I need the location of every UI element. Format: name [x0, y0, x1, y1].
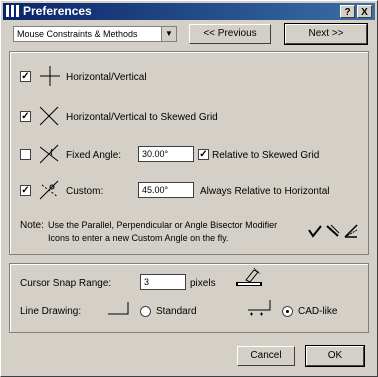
window-title: Preferences	[23, 4, 92, 18]
close-button[interactable]: X	[357, 5, 372, 18]
snap-unit-label: pixels	[190, 278, 216, 289]
custom-angle-label: Custom:	[66, 186, 104, 197]
angle-bisector-modifier-icon	[344, 224, 358, 238]
help-button[interactable]: ?	[340, 5, 355, 18]
line-drawing-label: Line Drawing:	[20, 306, 82, 317]
fixed-angle-checkbox[interactable]	[20, 149, 31, 160]
ok-button[interactable]: OK	[305, 345, 365, 367]
skewed-grid-checkbox[interactable]: ✓	[20, 111, 31, 122]
constraints-group: ✓ Horizontal/Vertical ✓ Horizontal/Verti…	[9, 51, 369, 255]
snap-group: Cursor Snap Range: 3 pixels Line Drawing…	[9, 263, 369, 333]
cursor-snap-label: Cursor Snap Range:	[20, 278, 112, 289]
note-line-1: Use the Parallel, Perpendicular or Angle…	[48, 220, 278, 230]
fixed-angle-input[interactable]: 30.00°	[138, 146, 194, 162]
previous-button[interactable]: << Previous	[189, 24, 271, 44]
next-button[interactable]: Next >>	[284, 23, 368, 45]
standard-radio[interactable]	[140, 306, 151, 317]
crosshair-icon	[40, 66, 60, 86]
skewed-grid-label: Horizontal/Vertical to Skewed Grid	[66, 112, 218, 123]
parallel-modifier-icon	[308, 225, 322, 238]
custom-angle-checkbox[interactable]: ✓	[20, 185, 31, 196]
standard-label: Standard	[156, 306, 197, 317]
note-line-2: Icons to enter a new Custom Angle on the…	[48, 233, 229, 243]
cadlike-drawing-icon	[248, 300, 271, 316]
skewed-cross-icon	[39, 106, 59, 126]
always-relative-label: Always Relative to Horizontal	[200, 186, 330, 197]
horizontal-vertical-label: Horizontal/Vertical	[66, 72, 147, 83]
custom-angle-icon	[39, 180, 59, 200]
perpendicular-modifier-icon	[326, 224, 340, 237]
fixed-angle-icon	[39, 144, 59, 164]
horizontal-vertical-checkbox[interactable]: ✓	[20, 71, 31, 82]
chevron-down-icon[interactable]: ▼	[161, 27, 176, 41]
fixed-angle-label: Fixed Angle:	[66, 150, 122, 161]
standard-drawing-icon	[108, 302, 129, 315]
cadlike-radio[interactable]	[282, 306, 293, 317]
category-dropdown-value: Mouse Constraints & Methods	[17, 29, 138, 39]
cursor-snap-input[interactable]: 3	[140, 274, 186, 290]
custom-angle-input[interactable]: 45.00°	[138, 182, 194, 198]
app-icon	[6, 5, 19, 17]
preferences-window: Preferences ? X Mouse Constraints & Meth…	[0, 0, 378, 377]
title-bar: Preferences ? X	[3, 3, 375, 20]
category-dropdown[interactable]: Mouse Constraints & Methods ▼	[13, 26, 177, 42]
snap-range-icon	[236, 267, 262, 286]
cadlike-label: CAD-like	[298, 306, 338, 317]
relative-skewed-grid-checkbox[interactable]: ✓	[198, 149, 209, 160]
cancel-button[interactable]: Cancel	[237, 346, 295, 366]
note-label: Note:	[20, 220, 44, 231]
relative-skewed-grid-label: Relative to Skewed Grid	[212, 150, 320, 161]
